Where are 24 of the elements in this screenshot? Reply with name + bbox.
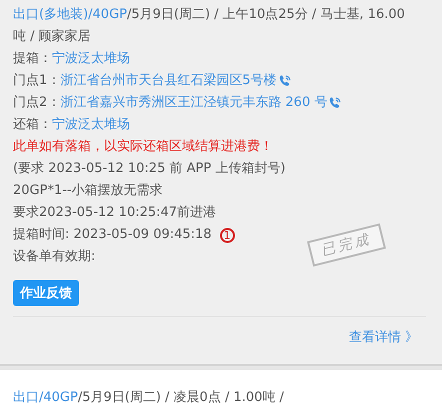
- address-link[interactable]: 宁波泛太堆场: [52, 114, 130, 136]
- address-link[interactable]: 浙江省嘉兴市秀洲区王江泾镇元丰东路 260 号: [60, 92, 328, 114]
- warning-text: 此单如有落箱，以实际还箱区域结算进港费！: [13, 138, 273, 156]
- feedback-button[interactable]: 作业反馈: [13, 280, 79, 306]
- order-summary: 出口/40GP/5月9日(周二) / 凌晨0点 / 1.00吨 /: [13, 389, 285, 403]
- field-label: 门点2：: [13, 94, 60, 112]
- phone-icon[interactable]: [278, 74, 292, 88]
- address-link[interactable]: 宁波泛太堆场: [52, 48, 130, 70]
- order-summary: 出口(多地装)/40GP/5月9日(周二) / 上午10点25分 / 马士基, 16.00 吨 / 顾家家居: [13, 6, 406, 46]
- phone-icon[interactable]: [328, 96, 342, 110]
- info-text: 设备单有效期:: [13, 248, 96, 266]
- completed-stamp: 已完成: [306, 223, 386, 267]
- info-text: 提箱时间: 2023-05-09 09:45:18: [13, 226, 212, 244]
- count-badge: 1: [220, 228, 235, 242]
- order-type-link[interactable]: 出口/40GP: [13, 390, 78, 403]
- info-text: (要求 2023-05-12 10:25 前 APP 上传箱封号): [13, 160, 286, 178]
- field-label: 提箱：: [13, 50, 52, 68]
- details-link[interactable]: 查看详情 》: [348, 330, 418, 345]
- info-text: 20GP*1--小箱摆放无需求: [13, 182, 163, 200]
- field-label: 门点1：: [13, 72, 60, 90]
- order-type-link[interactable]: 出口(多地装)/40GP: [13, 7, 127, 22]
- address-link[interactable]: 浙江省台州市天台县红石梁园区5号楼: [60, 70, 277, 92]
- info-text: 要求2023-05-12 10:25:47前进港: [13, 204, 216, 222]
- field-label: 还箱：: [13, 116, 52, 134]
